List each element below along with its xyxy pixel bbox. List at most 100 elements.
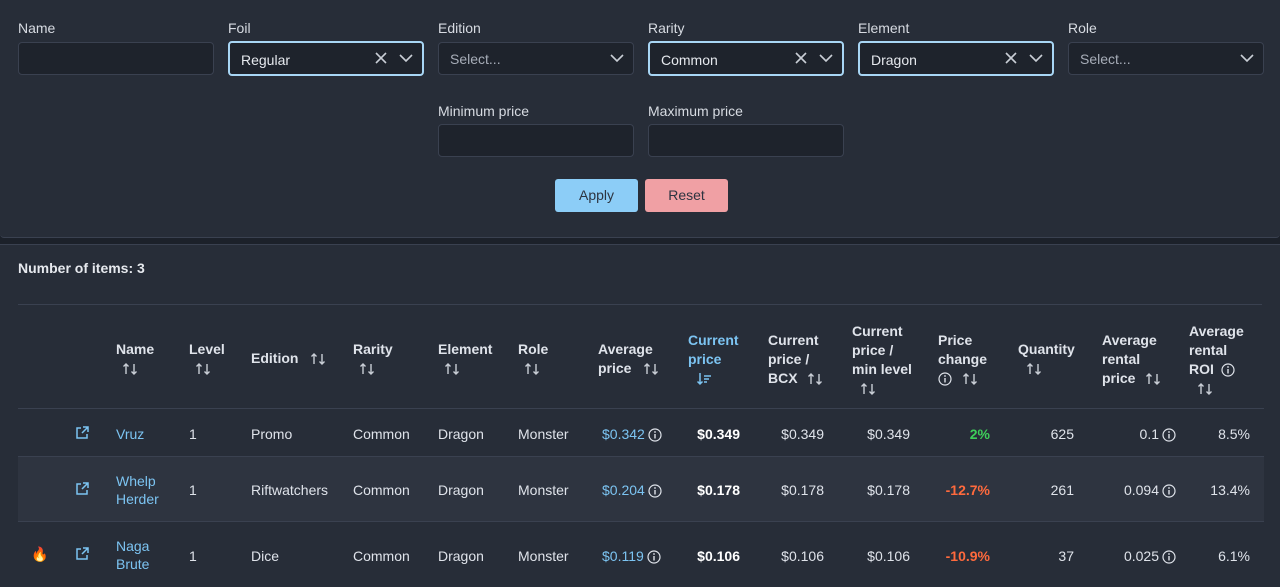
- filter-rarity: Rarity Common: [648, 18, 844, 76]
- sort-arrows-icon[interactable]: [195, 361, 211, 377]
- filter-edition-label: Edition: [438, 20, 481, 36]
- info-circle-icon[interactable]: [648, 484, 662, 498]
- average-price-value: $0.119: [602, 548, 644, 564]
- col-min-label-1: Current: [852, 323, 903, 339]
- rarity-cell: Common: [353, 548, 410, 564]
- sort-arrows-icon[interactable]: [1145, 371, 1161, 387]
- price-change-cell: -12.7%: [945, 482, 990, 498]
- element-select[interactable]: Dragon: [858, 41, 1054, 76]
- card-name-link[interactable]: Naga Brute: [116, 537, 149, 573]
- chevron-down-icon[interactable]: [399, 53, 413, 63]
- sort-arrows-icon[interactable]: [524, 361, 540, 377]
- sort-arrows-icon[interactable]: [1197, 381, 1213, 397]
- col-name-label: Name: [116, 341, 155, 357]
- sort-desc-icon[interactable]: [696, 371, 712, 387]
- info-circle-icon[interactable]: [1221, 363, 1235, 377]
- rarity-select[interactable]: Common: [648, 41, 844, 76]
- average-price-cell[interactable]: $0.119: [602, 547, 661, 565]
- info-circle-icon[interactable]: [938, 372, 952, 386]
- chevron-down-icon[interactable]: [1029, 53, 1043, 63]
- col-current-price-min-level[interactable]: Current price / min level: [852, 322, 912, 398]
- rental-price-cell: 0.1: [1074, 425, 1176, 443]
- sort-arrows-icon[interactable]: [310, 351, 326, 367]
- reset-button[interactable]: Reset: [645, 179, 728, 212]
- sort-arrows-icon[interactable]: [807, 371, 823, 387]
- foil-select[interactable]: Regular: [228, 41, 424, 76]
- col-level[interactable]: Level: [189, 340, 225, 378]
- average-price-cell[interactable]: $0.204: [602, 481, 662, 499]
- card-name-line-2: Herder: [116, 491, 159, 507]
- col-rental-label-1: Average: [1102, 332, 1157, 348]
- chevron-down-icon[interactable]: [610, 53, 624, 63]
- role-select-placeholder: Select...: [1080, 51, 1131, 67]
- filter-edition: Edition Select...: [438, 18, 634, 75]
- element-select-value: Dragon: [871, 52, 917, 68]
- info-circle-icon[interactable]: [1162, 550, 1176, 564]
- filter-foil: Foil Regular: [228, 18, 424, 76]
- sort-arrows-icon[interactable]: [1026, 361, 1042, 377]
- table-row[interactable]: Whelp Herder 1 Riftwatchers Common Dragon…: [18, 456, 1264, 521]
- col-level-label: Level: [189, 341, 225, 357]
- sort-arrows-icon[interactable]: [962, 371, 978, 387]
- sort-arrows-icon[interactable]: [359, 361, 375, 377]
- chevron-down-icon[interactable]: [819, 53, 833, 63]
- edition-cell: Dice: [251, 548, 280, 564]
- col-bcx-label-2: price /: [768, 351, 810, 367]
- filter-name-label: Name: [18, 20, 56, 36]
- external-link-icon[interactable]: [74, 425, 90, 441]
- card-name-link[interactable]: Whelp Herder: [116, 472, 159, 508]
- x-icon[interactable]: [794, 51, 808, 65]
- col-average-rental-price[interactable]: Average rental price: [1102, 331, 1161, 388]
- x-icon[interactable]: [374, 51, 388, 65]
- max-price-input[interactable]: [648, 124, 844, 157]
- col-roi-label-1: Average: [1189, 323, 1244, 339]
- edition-select[interactable]: Select...: [438, 42, 634, 75]
- col-price-change[interactable]: Price change: [938, 331, 987, 388]
- info-circle-icon[interactable]: [647, 550, 661, 564]
- filter-max-price-label: Maximum price: [648, 103, 743, 119]
- col-edition-label: Edition: [251, 350, 299, 366]
- col-element[interactable]: Element: [438, 340, 492, 378]
- filter-element-label: Element: [858, 20, 910, 36]
- role-select[interactable]: Select...: [1068, 42, 1264, 75]
- col-average-price[interactable]: Average price: [598, 340, 659, 378]
- sort-arrows-icon[interactable]: [643, 361, 659, 377]
- sort-arrows-icon[interactable]: [122, 361, 138, 377]
- table-row[interactable]: 🔥 Naga Brute 1 Dice Common Dragon Monster…: [18, 521, 1264, 587]
- sort-arrows-icon[interactable]: [444, 361, 460, 377]
- info-circle-icon[interactable]: [648, 428, 662, 442]
- col-quantity[interactable]: Quantity: [1018, 340, 1075, 378]
- level-cell: 1: [189, 426, 197, 442]
- col-name[interactable]: Name: [116, 340, 154, 378]
- filter-panel: Name Foil Regular Edition Select... Rari…: [0, 0, 1280, 238]
- role-cell: Monster: [518, 426, 569, 442]
- card-name-link[interactable]: Vruz: [116, 425, 144, 443]
- name-input[interactable]: [18, 42, 214, 75]
- table-row[interactable]: Vruz 1 Promo Common Dragon Monster $0.34…: [18, 408, 1264, 456]
- col-average-rental-roi[interactable]: Average rental ROI: [1189, 322, 1244, 398]
- col-current-price[interactable]: Current price: [688, 331, 739, 388]
- info-circle-icon[interactable]: [1162, 428, 1176, 442]
- average-price-cell[interactable]: $0.342: [602, 425, 662, 443]
- col-rarity[interactable]: Rarity: [353, 340, 393, 378]
- edition-cell: Promo: [251, 426, 293, 442]
- min-price-input[interactable]: [438, 124, 634, 157]
- x-icon[interactable]: [1004, 51, 1018, 65]
- role-cell: Monster: [518, 482, 569, 498]
- col-min-label-2: price /: [852, 342, 894, 358]
- col-current-price-bcx[interactable]: Current price / BCX: [768, 331, 823, 388]
- col-quantity-label: Quantity: [1018, 341, 1075, 357]
- element-cell: Dragon: [438, 482, 484, 498]
- sort-arrows-icon[interactable]: [860, 381, 876, 397]
- external-link-icon[interactable]: [74, 481, 90, 497]
- chevron-down-icon[interactable]: [1240, 53, 1254, 63]
- external-link-icon[interactable]: [74, 546, 90, 562]
- filter-rarity-label: Rarity: [648, 20, 685, 36]
- col-role[interactable]: Role: [518, 340, 548, 378]
- apply-button[interactable]: Apply: [555, 179, 638, 212]
- level-cell: 1: [189, 482, 197, 498]
- col-edition[interactable]: Edition: [251, 349, 326, 368]
- element-cell: Dragon: [438, 548, 484, 564]
- info-circle-icon[interactable]: [1162, 484, 1176, 498]
- col-rental-label-2: rental: [1102, 351, 1141, 367]
